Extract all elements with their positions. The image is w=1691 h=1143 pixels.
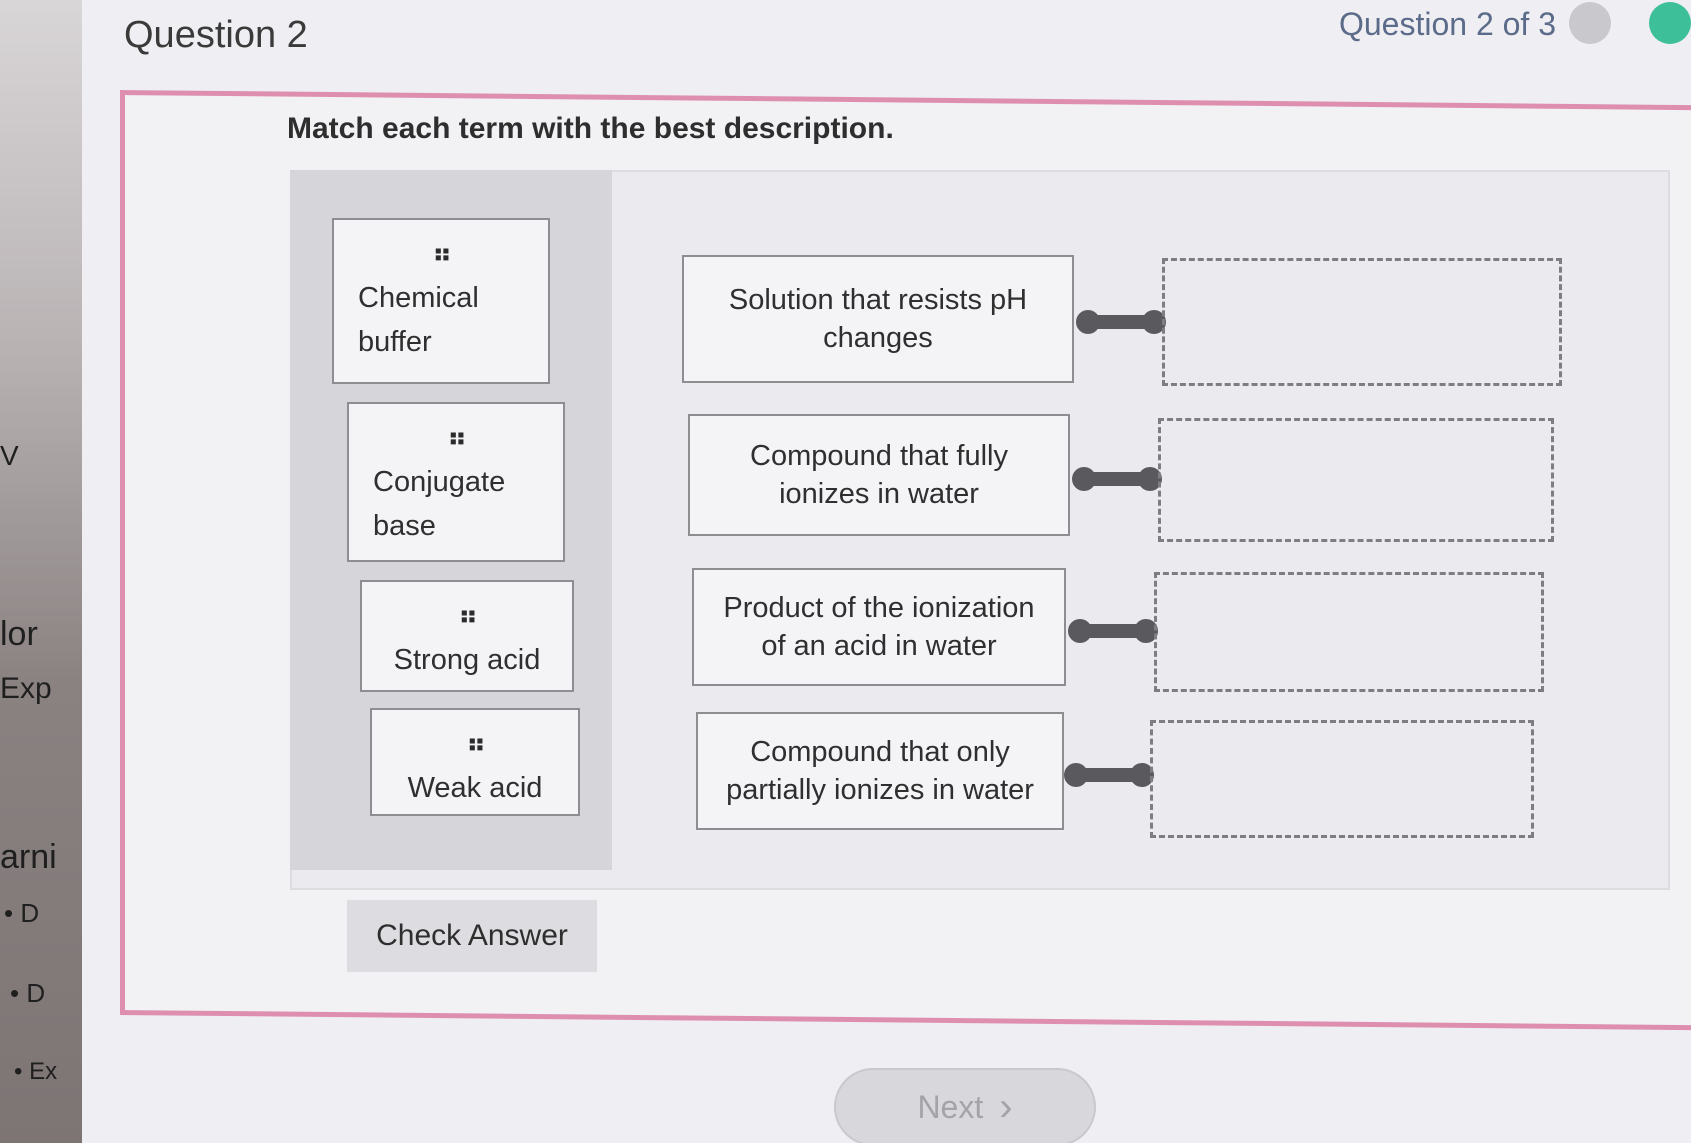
term-card-conjugate-base[interactable]: ⠶ Conjugate base xyxy=(347,402,565,562)
background-app-strip: V lor Exp arni • D • D • Ex xyxy=(0,0,82,1143)
term-card-weak-acid[interactable]: ⠶ Weak acid xyxy=(370,708,580,816)
term-label: Conjugate base xyxy=(373,466,506,542)
connector-icon xyxy=(1068,619,1158,643)
drag-handle-icon[interactable]: ⠶ xyxy=(349,424,563,450)
background-fragment: Exp xyxy=(0,672,52,705)
background-fragment: • D xyxy=(4,898,40,928)
background-fragment: arni xyxy=(0,838,57,876)
question-instruction: Match each term with the best descriptio… xyxy=(287,112,894,145)
check-answer-button[interactable]: Check Answer xyxy=(347,900,597,972)
background-fragment: • D xyxy=(10,978,46,1008)
description-card: Product of the ionization of an acid in w… xyxy=(692,568,1066,686)
term-card-strong-acid[interactable]: ⠶ Strong acid xyxy=(360,580,574,692)
background-fragment: lor xyxy=(0,615,38,653)
connector-icon xyxy=(1072,467,1162,491)
connector-icon xyxy=(1076,310,1166,334)
background-fragment: • Ex xyxy=(14,1058,58,1085)
background-fragment: V xyxy=(0,440,19,471)
next-button-label: Next xyxy=(917,1088,984,1125)
term-label: Chemical buffer xyxy=(358,282,479,358)
description-card: Compound that fully ionizes in water xyxy=(688,414,1070,536)
drop-zone-4[interactable] xyxy=(1150,720,1534,838)
progress-dot-current[interactable] xyxy=(1649,2,1691,44)
connector-icon xyxy=(1064,763,1154,787)
question-page: Question 2 Question 2 of 3 Match each te… xyxy=(82,0,1691,1143)
drop-zone-2[interactable] xyxy=(1158,418,1554,542)
drag-handle-icon[interactable]: ⠶ xyxy=(372,730,578,756)
description-card: Solution that resists pH changes xyxy=(682,255,1074,383)
drag-handle-icon[interactable]: ⠶ xyxy=(334,240,548,266)
description-card: Compound that only partially ionizes in w… xyxy=(696,712,1064,830)
term-label: Weak acid xyxy=(407,772,543,804)
chevron-right-icon: › xyxy=(999,1085,1013,1129)
term-card-chemical-buffer[interactable]: ⠶ Chemical buffer xyxy=(332,218,550,384)
progress-dot-previous[interactable] xyxy=(1569,2,1611,44)
drop-zone-1[interactable] xyxy=(1162,258,1562,386)
question-title: Question 2 xyxy=(124,14,308,56)
drop-zone-3[interactable] xyxy=(1154,572,1544,692)
question-progress: Question 2 of 3 xyxy=(1338,6,1556,42)
next-button[interactable]: Next › xyxy=(834,1068,1096,1143)
term-label: Strong acid xyxy=(393,644,541,676)
drag-handle-icon[interactable]: ⠶ xyxy=(362,602,572,628)
